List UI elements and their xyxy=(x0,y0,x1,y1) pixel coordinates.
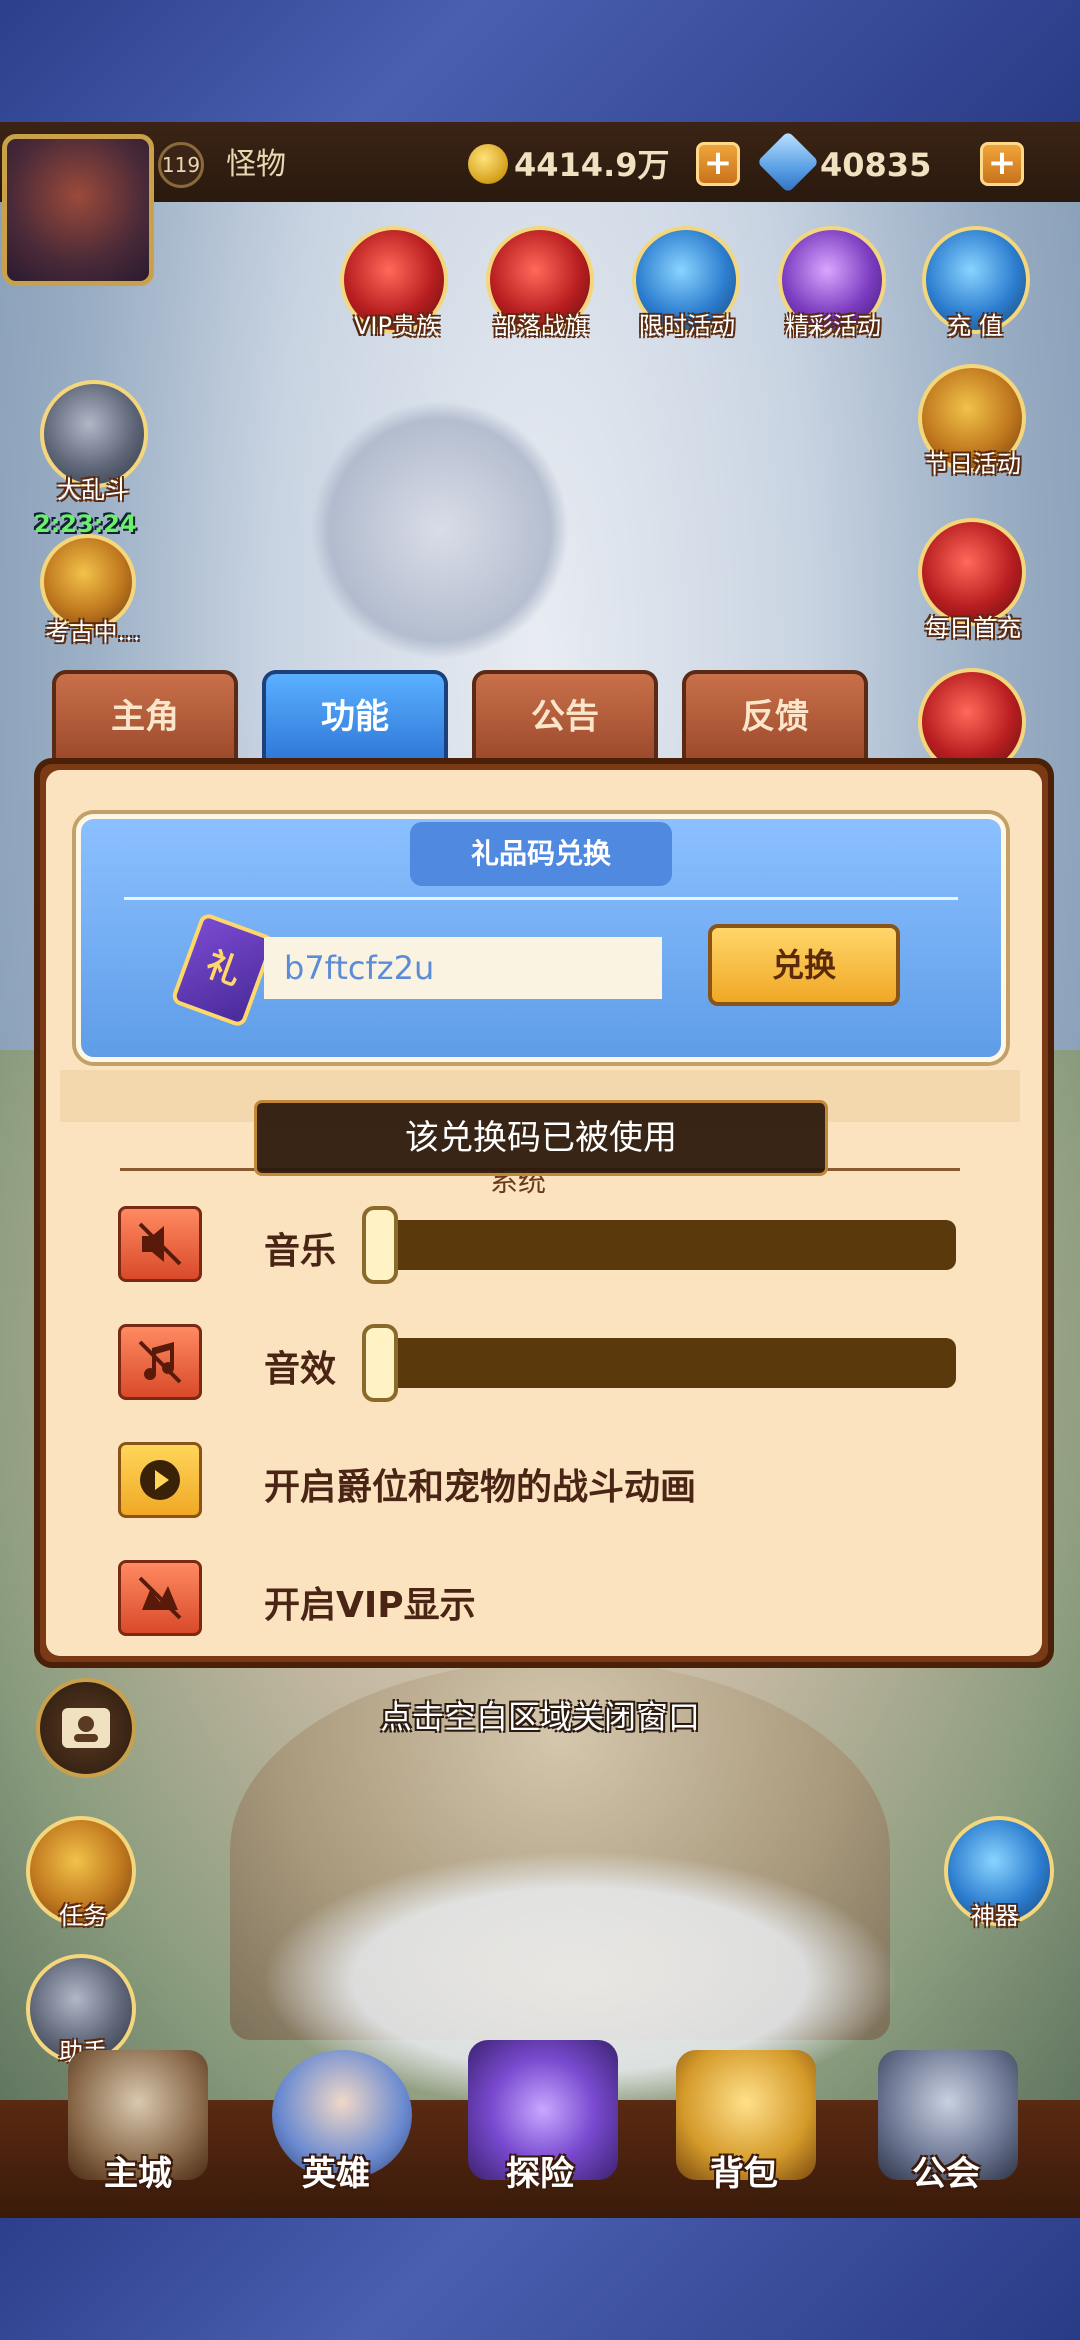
feature-recharge-label: 充 值 xyxy=(947,312,1003,340)
tab-announcements[interactable]: 公告 xyxy=(472,670,658,760)
nav-heroes-label: 英雄 xyxy=(302,2154,370,2194)
nav-adventure-label: 探险 xyxy=(506,2154,574,2194)
gem-amount: 40835 xyxy=(820,146,932,184)
nav-main-city-label: 主城 xyxy=(104,2154,172,2194)
sfx-volume-track[interactable] xyxy=(362,1338,956,1388)
redeem-button[interactable]: 兑换 xyxy=(708,924,900,1006)
gift-code-input[interactable] xyxy=(264,937,662,999)
music-note-muted-icon xyxy=(138,1340,182,1384)
vip-display-label: 开启VIP显示 xyxy=(264,1585,476,1626)
bottom-letterbox xyxy=(0,2218,1080,2340)
close-window-hint: 点击空白区域关闭窗口 xyxy=(379,1698,700,1736)
toast-message: 该兑换码已被使用 xyxy=(254,1100,828,1176)
feature-daily-first-recharge-label: 每日首充 xyxy=(925,614,1021,642)
nav-backpack-label: 背包 xyxy=(710,2154,778,2194)
player-level-badge: 119 xyxy=(158,142,204,188)
battle-animation-label: 开启爵位和宠物的战斗动画 xyxy=(264,1467,697,1508)
music-label: 音乐 xyxy=(264,1231,337,1272)
nav-guild-label: 公会 xyxy=(912,2154,980,2194)
vip-display-toggle[interactable] xyxy=(118,1560,202,1636)
gold-amount: 4414.9万 xyxy=(514,146,670,184)
gift-code-title: 礼品码兑换 xyxy=(410,822,672,886)
feature-brawl-label: 大乱斗 xyxy=(57,476,129,504)
music-volume-track[interactable] xyxy=(362,1220,956,1270)
floating-island-decoration xyxy=(310,400,570,660)
feature-events-label: 精彩活动 xyxy=(785,312,881,340)
sfx-volume-slider-handle[interactable] xyxy=(362,1324,398,1402)
vip-hidden-icon xyxy=(138,1576,182,1620)
gold-coin-icon xyxy=(468,144,508,184)
feature-vip-label: VIP贵族 xyxy=(354,312,440,340)
contacts-button[interactable] xyxy=(36,1678,136,1778)
feature-festival-label: 节日活动 xyxy=(925,450,1021,478)
feature-limited-event-label: 限时活动 xyxy=(639,312,735,340)
tab-functions[interactable]: 功能 xyxy=(262,670,448,760)
quest-label: 任务 xyxy=(59,1902,107,1930)
play-icon xyxy=(140,1460,180,1500)
tab-protagonist[interactable]: 主角 xyxy=(52,670,238,760)
artifact-label: 神器 xyxy=(971,1902,1019,1930)
music-volume-slider-handle[interactable] xyxy=(362,1206,398,1284)
feature-archaeology-label: 考古中... xyxy=(45,618,141,646)
speaker-muted-icon xyxy=(138,1222,182,1266)
battle-animation-toggle[interactable] xyxy=(118,1442,202,1518)
gift-code-divider xyxy=(124,897,958,900)
id-card-icon xyxy=(62,1708,110,1748)
music-toggle-button[interactable] xyxy=(118,1206,202,1282)
sfx-label: 音效 xyxy=(264,1349,337,1390)
top-letterbox xyxy=(0,0,1080,122)
add-gems-button[interactable]: + xyxy=(980,142,1024,186)
player-name: 怪物 xyxy=(226,147,286,182)
sfx-toggle-button[interactable] xyxy=(118,1324,202,1400)
feature-war-banner-label: 部落战旗 xyxy=(493,312,589,340)
tab-feedback[interactable]: 反馈 xyxy=(682,670,868,760)
add-gold-button[interactable]: + xyxy=(696,142,740,186)
player-avatar[interactable] xyxy=(2,134,154,286)
